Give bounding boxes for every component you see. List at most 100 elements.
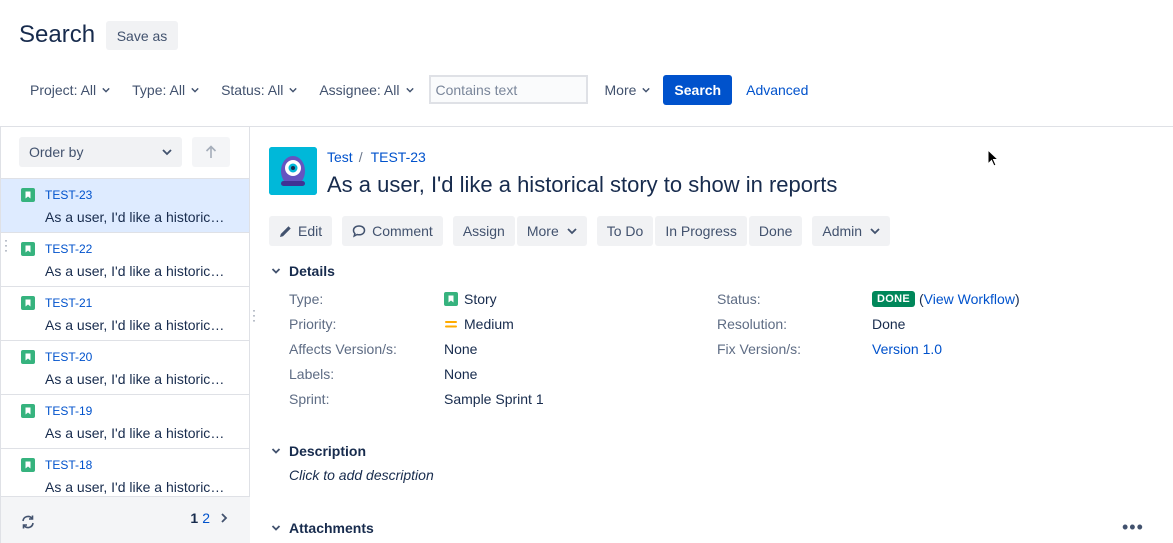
story-icon	[444, 292, 458, 306]
more-filter[interactable]: More	[594, 74, 662, 105]
priority-field-label: Priority:	[289, 316, 337, 332]
refresh-icon[interactable]	[20, 514, 36, 530]
issue-summary: As a user, I'd like a historical story t…	[45, 479, 229, 495]
chevron-down-icon	[102, 87, 110, 93]
list-item[interactable]: TEST-22 As a user, I'd like a historical…	[1, 233, 249, 287]
sprint-field-value[interactable]: Sample Sprint 1	[444, 391, 544, 407]
story-icon	[21, 350, 35, 364]
attachments-section-toggle[interactable]: Attachments	[270, 520, 374, 536]
issue-summary: As a user, I'd like a historical story t…	[45, 209, 229, 225]
fix-version-label: Fix Version/s:	[717, 341, 802, 357]
issue-summary: As a user, I'd like a historical story t…	[45, 263, 229, 279]
chevron-down-icon	[405, 87, 414, 93]
breadcrumb-separator: /	[358, 149, 363, 165]
description-placeholder[interactable]: Click to add description	[289, 467, 434, 483]
admin-button[interactable]: Admin	[812, 216, 891, 246]
breadcrumb-project[interactable]: Test	[327, 149, 353, 165]
list-item[interactable]: TEST-23 As a user, I'd like a historical…	[1, 179, 249, 233]
pagination: 1 2	[190, 510, 228, 526]
issue-action-bar: Edit Comment Assign More To Do In Progre…	[269, 216, 892, 246]
page-link[interactable]: 2	[202, 510, 210, 526]
status-filter[interactable]: Status: All	[210, 74, 308, 105]
comment-label: Comment	[372, 223, 433, 239]
issue-title[interactable]: As a user, I'd like a historical story t…	[327, 172, 837, 198]
issue-list-panel: Order by TEST-23 As a user, I'd like a h…	[0, 127, 250, 543]
breadcrumb-issue-key[interactable]: TEST-23	[371, 149, 426, 165]
project-filter[interactable]: Project: All	[19, 74, 121, 105]
project-avatar	[269, 147, 317, 195]
filter-bar: Project: All Type: All Status: All Assig…	[19, 74, 808, 105]
issue-key: TEST-18	[45, 458, 93, 472]
list-item[interactable]: TEST-21 As a user, I'd like a historical…	[1, 287, 249, 341]
chevron-down-icon	[271, 448, 281, 454]
arrow-up-icon	[205, 145, 217, 158]
contains-text-input[interactable]	[428, 75, 588, 104]
sort-direction-button[interactable]	[192, 137, 230, 167]
issue-key: TEST-23	[45, 188, 93, 202]
admin-label: Admin	[822, 223, 863, 239]
details-heading: Details	[289, 263, 335, 279]
type-field-value[interactable]: Story	[444, 291, 497, 307]
priority-field-value[interactable]: Medium	[444, 316, 514, 332]
chevron-down-icon	[289, 87, 298, 93]
type-filter[interactable]: Type: All	[121, 74, 210, 105]
more-label: More	[526, 223, 559, 239]
more-actions-button[interactable]: More	[516, 216, 587, 246]
fix-version-link[interactable]: Version 1.0	[872, 341, 942, 357]
chevron-down-icon	[567, 228, 577, 235]
list-item[interactable]: TEST-18 As a user, I'd like a historical…	[1, 449, 249, 503]
resolution-field-label: Resolution:	[717, 316, 788, 332]
assign-button[interactable]: Assign	[452, 216, 515, 246]
fix-version-value[interactable]: Version 1.0	[872, 341, 942, 357]
panel-resize-handle-icon[interactable]: · · ·	[252, 304, 256, 326]
story-icon	[21, 458, 35, 472]
order-bar: Order by	[1, 127, 249, 179]
list-footer: 1 2	[1, 496, 250, 543]
search-button[interactable]: Search	[663, 74, 733, 105]
details-section-toggle[interactable]: Details	[270, 263, 335, 279]
issue-summary: As a user, I'd like a historical story t…	[45, 371, 229, 387]
issue-list: TEST-23 As a user, I'd like a historical…	[1, 179, 249, 503]
affects-version-value[interactable]: None	[444, 341, 477, 357]
issue-summary: As a user, I'd like a historical story t…	[45, 425, 229, 441]
done-transition-button[interactable]: Done	[748, 216, 803, 246]
drag-handle-icon[interactable]: · · ·	[4, 234, 8, 256]
status-field-label: Status:	[717, 291, 761, 307]
affects-version-label: Affects Version/s:	[289, 341, 397, 357]
chevron-down-icon	[162, 149, 172, 156]
assignee-filter-label: Assignee: All	[319, 81, 400, 98]
chevron-down-icon	[870, 228, 880, 235]
breadcrumb: Test / TEST-23	[327, 149, 426, 165]
attachments-more-icon[interactable]: •••	[1122, 518, 1144, 536]
type-value-text: Story	[464, 291, 497, 307]
labels-field-value[interactable]: None	[444, 366, 477, 382]
story-icon	[21, 296, 35, 310]
order-by-label: Order by	[29, 144, 84, 160]
edit-label: Edit	[298, 223, 323, 239]
attachments-heading: Attachments	[289, 520, 374, 536]
robot-avatar-icon	[269, 147, 317, 195]
status-filter-label: Status: All	[221, 81, 284, 98]
todo-transition-button[interactable]: To Do	[596, 216, 654, 246]
chevron-right-icon[interactable]	[220, 513, 228, 523]
list-item[interactable]: TEST-20 As a user, I'd like a historical…	[1, 341, 249, 395]
status-badge: DONE	[872, 291, 915, 307]
edit-button[interactable]: Edit	[269, 216, 333, 246]
story-icon	[21, 242, 35, 256]
workflow-close-paren: )	[1014, 291, 1020, 307]
advanced-link[interactable]: Advanced	[746, 82, 808, 98]
comment-icon	[352, 225, 366, 238]
pencil-icon	[280, 225, 291, 237]
chevron-down-icon	[271, 268, 281, 274]
order-by-select[interactable]: Order by	[19, 137, 182, 167]
in-progress-transition-button[interactable]: In Progress	[655, 216, 747, 246]
save-as-button[interactable]: Save as	[106, 21, 178, 50]
priority-medium-icon	[445, 321, 457, 328]
comment-button[interactable]: Comment	[342, 216, 443, 246]
issue-summary: As a user, I'd like a historical story t…	[45, 317, 229, 333]
description-section-toggle[interactable]: Description	[270, 443, 366, 459]
status-field-value: DONE ( View Workflow )	[872, 291, 1020, 307]
view-workflow-link[interactable]: View Workflow	[924, 291, 1015, 307]
assignee-filter[interactable]: Assignee: All	[308, 74, 424, 105]
list-item[interactable]: TEST-19 As a user, I'd like a historical…	[1, 395, 249, 449]
